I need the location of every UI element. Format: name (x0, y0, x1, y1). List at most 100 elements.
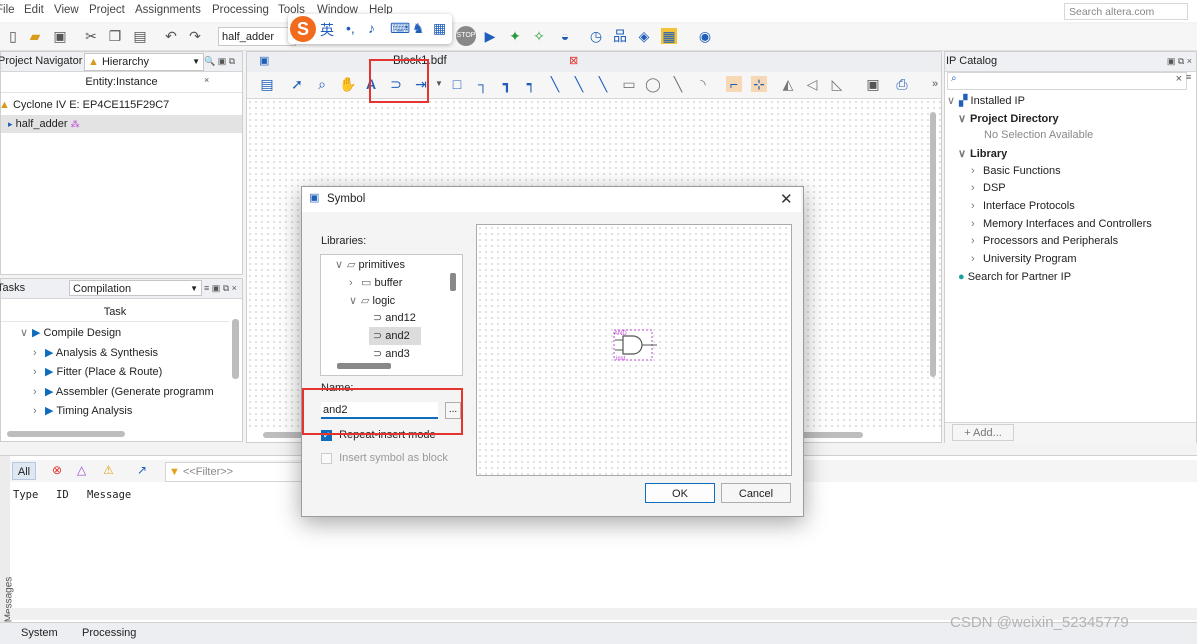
timing-analyzer-icon[interactable]: ✧ (531, 28, 547, 44)
menu-view[interactable]: View (54, 4, 79, 16)
task-fitter[interactable]: › ▶ Fitter (Place & Route) (33, 365, 162, 378)
keyboard-icon[interactable]: ⌨ (390, 20, 410, 37)
flip-horizontal-icon[interactable]: ◭ (780, 76, 796, 92)
tab-processing[interactable]: Processing (82, 627, 136, 639)
flip-vertical-icon[interactable]: ◁ (804, 76, 820, 92)
task-timing-analysis[interactable]: › ▶ Timing Analysis (33, 404, 132, 417)
menu-project[interactable]: Project (89, 4, 125, 16)
library-item[interactable]: › DSP (971, 182, 1006, 194)
stop-icon[interactable]: STOP (456, 26, 476, 46)
rectangle-tool-icon[interactable]: ▭ (621, 76, 637, 92)
task-assembler[interactable]: › ▶ Assembler (Generate programm (33, 385, 214, 398)
line-tool-icon[interactable]: ╲ (670, 76, 686, 92)
error-filter-icon[interactable]: ⊗ (52, 463, 62, 477)
add-ip-button[interactable]: + Add... (952, 424, 1014, 441)
copy-icon[interactable]: ❐ (107, 28, 123, 44)
chat-icon[interactable]: ◉ (697, 28, 713, 44)
open-folder-icon[interactable]: ▰ (27, 28, 43, 44)
close-icon[interactable]: ⊠ (569, 54, 578, 67)
analysis-elaboration-icon[interactable]: ✦ (507, 28, 523, 44)
cancel-button[interactable]: Cancel (721, 483, 791, 503)
partial-line-icon[interactable]: ⌐ (726, 76, 742, 92)
vertical-scrollbar[interactable] (232, 319, 239, 379)
library-item[interactable]: › Memory Interfaces and Controllers (971, 218, 1152, 230)
save-icon[interactable]: ▣ (52, 28, 68, 44)
installed-ip-row[interactable]: ∨ ▞ Installed IP (947, 94, 1025, 107)
tab-system[interactable]: System (21, 627, 58, 639)
partner-ip-row[interactable]: ● Search for Partner IP (958, 271, 1071, 283)
library-row[interactable]: ∨ Library (958, 147, 1007, 160)
paste-icon[interactable]: ▤ (132, 28, 148, 44)
menu-processing[interactable]: Processing (212, 4, 269, 16)
flow-select[interactable]: Compilation ▼ (69, 280, 202, 296)
tree-vertical-scrollbar[interactable] (450, 273, 456, 291)
selection-tool-icon[interactable]: ➚ (289, 76, 305, 92)
shirt-icon[interactable]: ♞ (412, 20, 425, 37)
close-icon[interactable]: ✕ (780, 190, 793, 208)
task-compile-design[interactable]: ∨ ▶ Compile Design (20, 326, 121, 339)
panel-controls-icon[interactable]: ≡ ▣ ⧉ × (204, 279, 237, 298)
tree-item-and12[interactable]: ⊃ and12 (373, 311, 416, 324)
conduit-icon[interactable]: ┑ (523, 76, 539, 92)
device-row[interactable]: ▲ Cyclone IV E: EP4CE115F29C7 (0, 99, 169, 111)
checkbox-unchecked-icon[interactable] (321, 452, 332, 464)
project-directory-row[interactable]: ∨ Project Directory (958, 112, 1059, 125)
task-column-header[interactable]: Task (1, 303, 229, 322)
orthogonal-bus-icon[interactable]: ┓ (499, 76, 515, 92)
ime-mode[interactable]: 英 (320, 20, 334, 40)
clock-icon[interactable]: ◷ (588, 28, 604, 44)
insert-as-block-checkbox-row[interactable]: Insert symbol as block (321, 452, 448, 464)
hierarchy-select[interactable]: ▲ Hierarchy ▼ (84, 53, 204, 71)
chevron-down-icon[interactable]: ▼ (431, 76, 447, 92)
ok-button[interactable]: OK (645, 483, 715, 503)
tree-horizontal-scrollbar[interactable] (337, 363, 391, 369)
vertical-scrollbar[interactable] (930, 112, 936, 377)
cut-icon[interactable]: ✂ (83, 28, 99, 44)
ip-search-options-icon[interactable]: ≡ (1186, 72, 1191, 82)
print-icon[interactable]: ⎙ (894, 76, 910, 92)
tree-item-and2[interactable]: ⊃ and2 (369, 327, 421, 345)
overflow-icon[interactable]: » (927, 76, 943, 92)
ime-punct[interactable]: •, (346, 20, 355, 36)
library-item[interactable]: › University Program (971, 253, 1077, 265)
critical-warning-filter-icon[interactable]: △ (77, 463, 86, 477)
redo-icon[interactable]: ↷ (187, 28, 203, 44)
diagonal-node-icon[interactable]: ╲ (547, 76, 563, 92)
zoom-tool-icon[interactable]: ⌕ (314, 76, 330, 92)
programmer-icon[interactable]: ▦ (661, 28, 677, 44)
menu-assignments[interactable]: Assignments (135, 4, 201, 16)
save-icon[interactable]: ▣ (865, 76, 881, 92)
warning-filter-icon[interactable]: ⚠ (103, 463, 114, 477)
tree-item-and3[interactable]: ⊃ and3 (373, 347, 410, 360)
horizontal-scrollbar[interactable] (7, 431, 125, 437)
hand-tool-icon[interactable]: ✋ (339, 76, 356, 92)
undo-icon[interactable]: ↶ (163, 28, 179, 44)
grid-icon[interactable]: ▦ (433, 20, 446, 37)
task-analysis-synthesis[interactable]: › ▶ Analysis & Synthesis (33, 346, 158, 359)
tree-item-buffer[interactable]: › ▭ buffer (349, 276, 402, 289)
library-item[interactable]: › Interface Protocols (971, 200, 1075, 212)
ime-logo[interactable]: S (290, 16, 316, 42)
diagonal-bus-icon[interactable]: ╲ (571, 76, 587, 92)
panel-controls-icon[interactable]: ▣ ⧉ × (1167, 52, 1192, 71)
search-input[interactable]: Search altera.com (1064, 3, 1188, 20)
pin-planner-icon[interactable]: ◈ (636, 28, 652, 44)
menu-file[interactable]: File (0, 4, 15, 16)
new-file-icon[interactable]: ▯ (5, 28, 21, 44)
block-tool-icon[interactable]: □ (449, 76, 465, 92)
diagonal-conduit-icon[interactable]: ╲ (595, 76, 611, 92)
entity-row[interactable]: ▸ half_adder ⁂ (1, 115, 242, 133)
start-compile-icon[interactable]: ▶ (482, 28, 498, 44)
library-item[interactable]: › Processors and Peripherals (971, 235, 1118, 247)
entity-column-header[interactable]: Entity:Instance (1, 72, 242, 93)
tree-item-primitives[interactable]: ∨ ▱ primitives (335, 258, 405, 271)
tree-item-logic[interactable]: ∨ ▱ logic (349, 294, 395, 307)
arc-tool-icon[interactable]: ◝ (695, 76, 711, 92)
type-column[interactable]: Type (13, 489, 38, 501)
rotate-icon[interactable]: ◺ (829, 76, 845, 92)
library-tree[interactable]: ∨ ▱ primitives › ▭ buffer ∨ ▱ logic ⊃ and12… (320, 254, 463, 376)
oval-tool-icon[interactable]: ◯ (645, 76, 661, 92)
show-all-button[interactable]: All (12, 462, 36, 480)
library-item[interactable]: › Basic Functions (971, 165, 1061, 177)
hierarchy-icon[interactable]: 品 (612, 28, 628, 44)
